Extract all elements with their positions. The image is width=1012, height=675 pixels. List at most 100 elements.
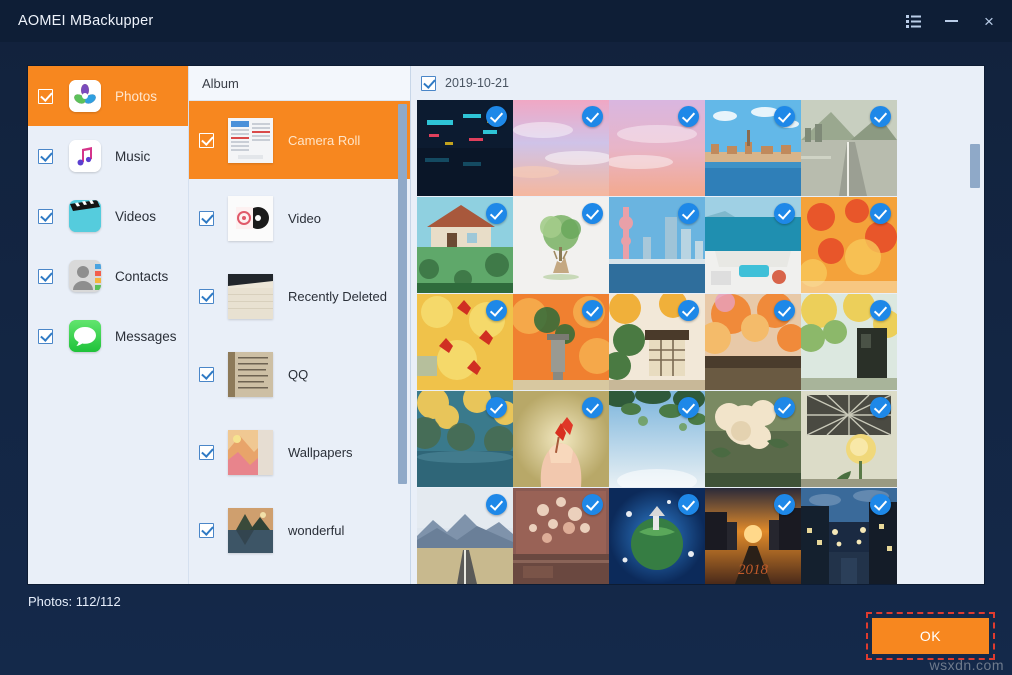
checkbox-album-recently-deleted[interactable] — [199, 289, 214, 304]
sidebar-label-music: Music — [115, 149, 150, 164]
content-frame: Photos Music — [28, 66, 984, 584]
album-panel: Album — [189, 66, 411, 584]
watermark: wsxdn.com — [929, 657, 1004, 673]
checkbox-music[interactable] — [38, 149, 53, 164]
photo-selected-badge[interactable] — [870, 203, 891, 224]
photo-thumbnail[interactable] — [513, 294, 609, 390]
photo-thumbnail[interactable] — [609, 488, 705, 584]
photo-selected-badge[interactable] — [582, 106, 603, 127]
album-thumbnail — [228, 508, 273, 553]
svg-text:2018: 2018 — [738, 562, 769, 578]
photo-thumbnail[interactable] — [609, 197, 705, 293]
photo-selected-badge[interactable] — [678, 300, 699, 321]
album-header: Album — [189, 66, 410, 101]
photo-thumbnail[interactable] — [609, 100, 705, 196]
date-group-header[interactable]: 2019-10-21 — [411, 66, 984, 100]
sidebar-item-music[interactable]: Music — [28, 126, 188, 186]
photo-selected-badge[interactable] — [486, 203, 507, 224]
photo-selected-badge[interactable] — [774, 106, 795, 127]
album-thumbnail — [228, 430, 273, 475]
photo-selected-badge[interactable] — [486, 106, 507, 127]
photo-selected-badge[interactable] — [774, 203, 795, 224]
photo-selected-badge[interactable] — [582, 397, 603, 418]
photo-thumbnail[interactable] — [417, 294, 513, 390]
photo-selected-badge[interactable] — [774, 300, 795, 321]
photo-thumbnail[interactable] — [417, 197, 513, 293]
photo-thumbnail[interactable] — [801, 197, 897, 293]
title-bar: AOMEI MBackupper × — [0, 0, 1012, 42]
album-item-qq[interactable]: QQ — [189, 335, 410, 413]
album-scrollbar[interactable] — [398, 104, 407, 574]
photo-selected-badge[interactable] — [870, 494, 891, 515]
photo-thumbnail[interactable] — [417, 488, 513, 584]
checkbox-date-group[interactable] — [421, 76, 436, 91]
album-item-wonderful[interactable]: wonderful — [189, 491, 410, 569]
photo-selected-badge[interactable] — [870, 300, 891, 321]
videos-icon — [69, 200, 101, 232]
close-button[interactable]: × — [970, 0, 1008, 42]
close-icon: × — [984, 13, 994, 30]
checkbox-album-wonderful[interactable] — [199, 523, 214, 538]
photo-selected-badge[interactable] — [678, 106, 699, 127]
ok-button[interactable]: OK — [872, 618, 989, 654]
checkbox-videos[interactable] — [38, 209, 53, 224]
photo-thumbnail[interactable] — [801, 488, 897, 584]
sidebar-item-contacts[interactable]: Contacts — [28, 246, 188, 306]
sidebar-item-messages[interactable]: Messages — [28, 306, 188, 366]
photo-thumbnail[interactable] — [801, 391, 897, 487]
window-controls: × — [894, 0, 1008, 42]
album-thumbnail — [228, 118, 273, 163]
sidebar-item-videos[interactable]: Videos — [28, 186, 188, 246]
photo-thumbnail[interactable] — [609, 391, 705, 487]
checkbox-album-qq[interactable] — [199, 367, 214, 382]
photo-thumbnail[interactable] — [513, 391, 609, 487]
album-item-recently-deleted[interactable]: Recently Deleted — [189, 257, 410, 335]
checkbox-album-wallpapers[interactable] — [199, 445, 214, 460]
checkbox-messages[interactable] — [38, 329, 53, 344]
album-thumbnail — [228, 196, 273, 241]
album-label: Recently Deleted — [288, 289, 387, 304]
sidebar-label-videos: Videos — [115, 209, 156, 224]
checkbox-album-camera-roll[interactable] — [199, 133, 214, 148]
photo-thumbnail[interactable] — [513, 488, 609, 584]
photo-thumbnail[interactable] — [705, 197, 801, 293]
photo-thumbnail[interactable] — [609, 294, 705, 390]
album-item-camera-roll[interactable]: Camera Roll — [189, 101, 410, 179]
album-scrollbar-thumb[interactable] — [398, 104, 407, 484]
album-thumbnail — [228, 274, 273, 319]
photo-thumbnail[interactable] — [705, 294, 801, 390]
photo-thumbnail[interactable] — [417, 100, 513, 196]
menu-icon[interactable] — [894, 0, 932, 42]
photo-selected-badge[interactable] — [774, 397, 795, 418]
photo-selected-badge[interactable] — [678, 203, 699, 224]
checkbox-photos[interactable] — [38, 89, 53, 104]
music-icon — [69, 140, 101, 172]
album-item-video[interactable]: Video — [189, 179, 410, 257]
photo-thumbnail[interactable] — [417, 391, 513, 487]
photo-thumbnail[interactable] — [801, 100, 897, 196]
photo-selected-badge[interactable] — [486, 494, 507, 515]
album-item-wallpapers[interactable]: Wallpapers — [189, 413, 410, 491]
photo-thumbnail[interactable] — [705, 100, 801, 196]
photo-thumbnail[interactable] — [513, 100, 609, 196]
checkbox-album-video[interactable] — [199, 211, 214, 226]
photo-thumbnail[interactable]: 2018 — [705, 488, 801, 584]
checkbox-contacts[interactable] — [38, 269, 53, 284]
photo-selected-badge[interactable] — [678, 397, 699, 418]
sidebar-item-photos[interactable]: Photos — [28, 66, 188, 126]
photo-selected-badge[interactable] — [870, 106, 891, 127]
photo-grid-scrollbar-thumb[interactable] — [970, 144, 980, 188]
photo-selected-badge[interactable] — [870, 397, 891, 418]
minimize-button[interactable] — [932, 0, 970, 42]
photo-selected-badge[interactable] — [582, 300, 603, 321]
photo-selected-badge[interactable] — [486, 300, 507, 321]
photo-thumbnail[interactable] — [801, 294, 897, 390]
photo-selected-badge[interactable] — [678, 494, 699, 515]
photo-thumbnail[interactable] — [513, 197, 609, 293]
photo-selected-badge[interactable] — [486, 397, 507, 418]
sidebar-label-messages: Messages — [115, 329, 177, 344]
photo-selected-badge[interactable] — [582, 203, 603, 224]
photo-thumbnail[interactable] — [705, 391, 801, 487]
photo-selected-badge[interactable] — [582, 494, 603, 515]
photo-selected-badge[interactable] — [774, 494, 795, 515]
